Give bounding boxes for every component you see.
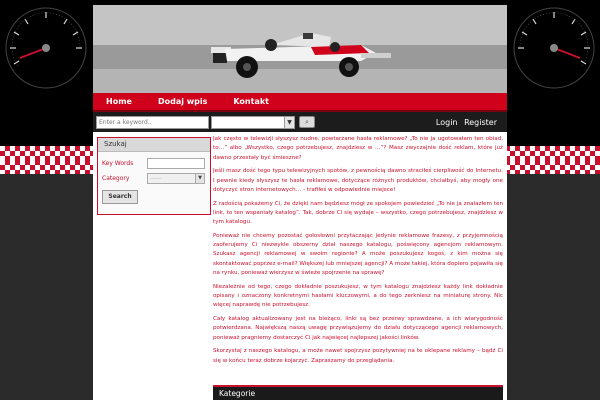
login-link[interactable]: Login — [436, 118, 458, 127]
search-icon: ⌕ — [305, 118, 309, 126]
speedometer-left-decoration — [0, 2, 92, 94]
article-paragraph: Skorzystaj z naszego katalogu, a może na… — [213, 348, 503, 364]
article-paragraph: Jeśli masz dość tego typu telewizyjnych … — [213, 168, 503, 193]
header-banner-race-car — [93, 5, 507, 93]
keywords-label: Key Words — [102, 160, 134, 167]
article-paragraph: Z radością pokażemy Ci, że dzięki nam bę… — [213, 200, 503, 226]
categories-box: Kategorie — [213, 385, 503, 400]
sidebar-category-row: Category -------- ▼ — [98, 171, 210, 186]
keywords-field[interactable] — [147, 158, 205, 169]
nav-item-contact[interactable]: Kontakt — [220, 97, 282, 106]
category-select[interactable]: ▼ — [211, 115, 295, 129]
sidebar-search-button[interactable]: Search — [102, 190, 138, 204]
article-paragraph: Cały katalog aktualizowany jest na bieżą… — [213, 316, 503, 341]
speedometer-right-decoration — [508, 2, 600, 94]
content-area: Szukaj Key Words Category -------- ▼ Sea… — [93, 132, 507, 400]
sidebar-category-select[interactable]: -------- ▼ — [147, 173, 205, 184]
nav-item-home[interactable]: Home — [93, 97, 145, 106]
article-paragraph: Ponieważ nie chcemy pozostać gołosłowni … — [213, 232, 503, 277]
keyword-search-input[interactable] — [96, 115, 209, 129]
sidebar-search-title: Szukaj — [98, 138, 210, 152]
main-article: Jak często w telewizji słyszysz nudne, p… — [213, 135, 503, 400]
sidebar-category-value: -------- — [150, 176, 162, 181]
main-navigation: Home Dodaj wpis Kontakt — [93, 93, 507, 112]
article-paragraph: Jak często w telewizji słyszysz nudne, p… — [213, 136, 503, 161]
page-wrapper: Home Dodaj wpis Kontakt ▼ ⌕ Login Regist… — [93, 0, 507, 400]
nav-item-add-entry[interactable]: Dodaj wpis — [145, 97, 220, 106]
search-go-button[interactable]: ⌕ — [299, 116, 315, 128]
sidebar-search-box: Szukaj Key Words Category -------- ▼ Sea… — [97, 137, 211, 215]
chevron-down-icon: ▼ — [195, 174, 204, 183]
sidebar-keywords-row: Key Words — [98, 156, 210, 171]
chevron-down-icon: ▼ — [284, 116, 294, 128]
auth-links: Login Register — [432, 118, 497, 127]
register-link[interactable]: Register — [464, 118, 497, 127]
top-search-bar: ▼ ⌕ Login Register — [93, 112, 507, 132]
category-label: Category — [102, 175, 130, 182]
categories-title: Kategorie — [213, 385, 503, 400]
article-paragraph: Niezależnie od tego, czego dokładnie pos… — [213, 283, 503, 309]
